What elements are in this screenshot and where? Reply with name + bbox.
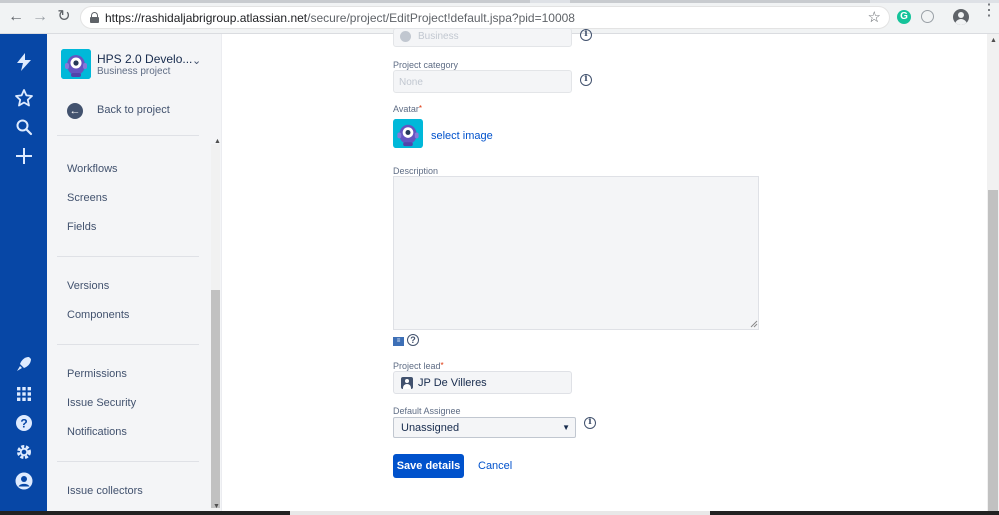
info-icon[interactable]: i <box>580 74 592 86</box>
star-icon[interactable] <box>12 88 35 111</box>
project-type-field[interactable]: Business <box>393 28 572 47</box>
global-nav: ? <box>0 34 47 515</box>
sidebar-item-issue-collectors[interactable]: Issue collectors <box>67 485 143 497</box>
default-assignee-value: Unassigned <box>401 422 460 434</box>
text-formatting-icon[interactable]: ≡ <box>393 337 404 346</box>
project-type-value: Business <box>418 31 459 42</box>
required-asterisk: * <box>418 104 422 113</box>
settings-gear-icon[interactable] <box>12 442 35 465</box>
info-icon[interactable]: i <box>580 29 592 41</box>
tab-strip <box>0 0 999 3</box>
svg-text:?: ? <box>20 417 27 431</box>
page-scrollbar[interactable] <box>988 190 998 515</box>
description-label: Description <box>393 166 439 176</box>
project-switcher-chevron-down-icon[interactable]: ⌄ <box>192 54 201 67</box>
arrow-left-circle-icon: ← <box>67 103 83 119</box>
reload-icon[interactable]: ↻ <box>55 8 73 26</box>
url-text: https://rashidaljabrigroup.atlassian.net… <box>105 11 575 25</box>
default-assignee-select[interactable]: Unassigned ▼ <box>393 417 576 438</box>
project-lead-label: Project lead* <box>393 361 444 371</box>
project-type: Business project <box>97 66 171 77</box>
grammarly-extension-icon[interactable]: G <box>897 10 911 24</box>
business-project-type-icon <box>400 31 411 42</box>
dropdown-caret-icon: ▼ <box>562 423 570 432</box>
address-bar[interactable]: https://rashidaljabrigroup.atlassian.net… <box>80 6 890 29</box>
save-details-button[interactable]: Save details <box>393 454 464 478</box>
edit-project-form: Business i Project category None i Avata… <box>222 28 987 515</box>
project-category-placeholder: None <box>399 77 423 88</box>
user-avatar-icon <box>401 377 413 389</box>
resize-grip-icon[interactable] <box>750 320 758 328</box>
description-textarea[interactable] <box>393 176 759 330</box>
extension-timer-icon[interactable] <box>921 10 934 23</box>
forward-arrow-icon[interactable]: → <box>31 8 49 26</box>
create-plus-icon[interactable] <box>12 146 35 169</box>
project-avatar[interactable] <box>61 49 91 79</box>
project-lead-value: JP De Villeres <box>418 377 487 389</box>
taskbar-strip <box>0 511 999 515</box>
rocket-icon[interactable] <box>12 354 35 377</box>
sidebar-item-workflows[interactable]: Workflows <box>67 163 118 175</box>
sidebar-divider <box>57 256 199 257</box>
back-arrow-icon[interactable]: ← <box>7 8 25 26</box>
avatar-label: Avatar* <box>393 104 422 114</box>
project-avatar-image[interactable] <box>393 119 423 148</box>
lock-icon <box>90 12 99 23</box>
sidebar-item-fields[interactable]: Fields <box>67 221 96 233</box>
required-asterisk: * <box>440 361 444 370</box>
search-icon[interactable] <box>12 117 35 140</box>
sidebar-scroll-up-icon[interactable]: ▲ <box>214 138 221 145</box>
sidebar-scrollbar[interactable] <box>211 290 220 508</box>
info-icon[interactable]: i <box>584 417 596 429</box>
page-scroll-up-icon[interactable]: ▲ <box>990 37 997 44</box>
bookmark-star-icon[interactable]: ☆ <box>868 8 881 26</box>
sidebar-item-notifications[interactable]: Notifications <box>67 426 127 438</box>
sidebar-item-screens[interactable]: Screens <box>67 192 107 204</box>
sidebar-divider <box>57 344 199 345</box>
sidebar-divider <box>57 461 199 462</box>
back-to-project-label: Back to project <box>97 104 170 116</box>
url-host: https://rashidaljabrigroup.atlassian.net <box>105 11 308 25</box>
sidebar-item-versions[interactable]: Versions <box>67 280 109 292</box>
cancel-link[interactable]: Cancel <box>478 460 512 472</box>
project-lead-label-text: Project lead <box>393 361 441 371</box>
sidebar-divider <box>57 135 199 136</box>
sidebar-item-permissions[interactable]: Permissions <box>67 368 127 380</box>
help-question-icon[interactable]: ? <box>407 334 419 346</box>
project-lead-picker[interactable]: JP De Villeres <box>393 371 572 394</box>
url-path: /secure/project/EditProject!default.jspa… <box>307 11 575 25</box>
project-sidebar: HPS 2.0 Develo... Business project ⌄ ← B… <box>47 34 222 515</box>
sidebar-item-components[interactable]: Components <box>67 309 129 321</box>
app-switcher-icon[interactable] <box>12 384 35 407</box>
profile-avatar-icon[interactable] <box>953 9 969 25</box>
sidebar-scroll-down-icon[interactable]: ▼ <box>213 503 220 510</box>
back-to-project-link[interactable]: ← Back to project <box>67 101 207 123</box>
sidebar-item-issue-security[interactable]: Issue Security <box>67 397 136 409</box>
project-category-select[interactable]: None <box>393 70 572 93</box>
user-profile-icon[interactable] <box>12 471 35 494</box>
project-category-label: Project category <box>393 60 459 70</box>
project-name: HPS 2.0 Develo... <box>97 52 193 66</box>
avatar-label-text: Avatar <box>393 104 419 114</box>
select-image-link[interactable]: select image <box>431 130 493 142</box>
help-icon[interactable]: ? <box>12 413 35 436</box>
jira-logo-icon[interactable] <box>12 52 35 75</box>
default-assignee-label: Default Assignee <box>393 406 461 416</box>
browser-menu-icon[interactable]: ⋮ <box>981 3 997 19</box>
